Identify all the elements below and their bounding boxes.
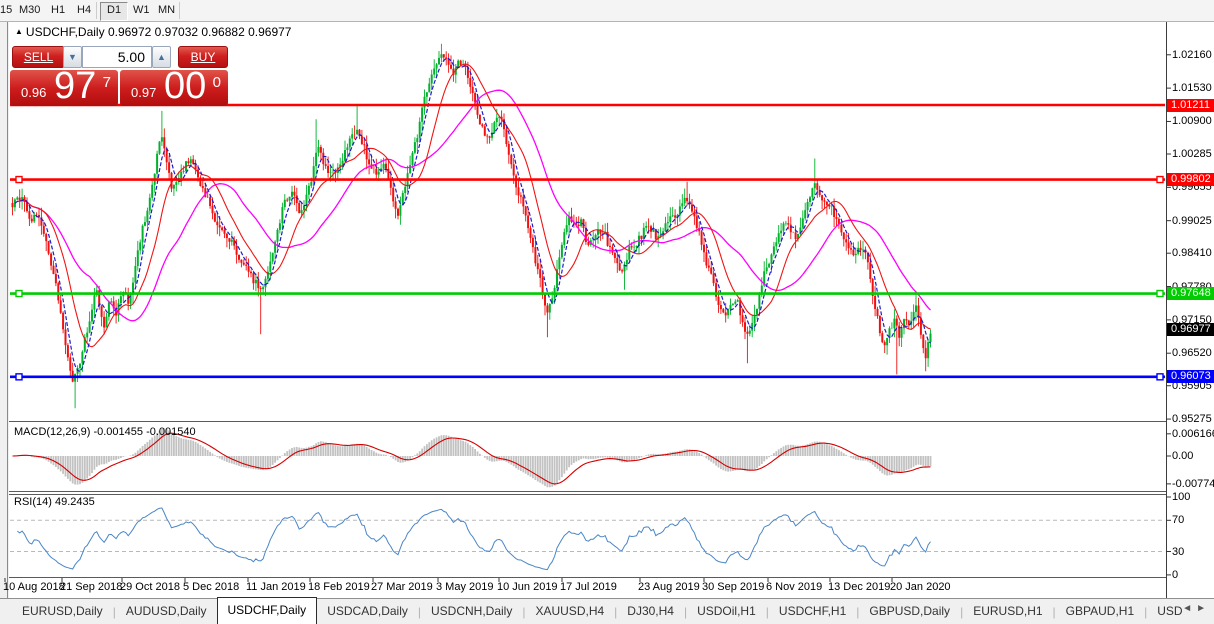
- level-handle-right[interactable]: [1157, 291, 1163, 297]
- macd-axis-label: 0.006166: [1172, 428, 1214, 440]
- ma-mid-line: [17, 64, 930, 347]
- chart-tab-usdoil-h1[interactable]: USDOil,H1: [687, 600, 766, 624]
- chart-tab-usdchf-h1[interactable]: USDCHF,H1: [769, 600, 856, 624]
- chart-tab-dj30-h4[interactable]: DJ30,H4: [617, 600, 684, 624]
- one-click-trading-panel: SELL ▼ 5.00 ▲ BUY 0.96 97 7 0.97 00 0: [10, 46, 228, 106]
- rsi-axis-label: 0: [1172, 569, 1178, 581]
- chart-title: ▲USDCHF,Daily 0.96972 0.97032 0.96882 0.…: [15, 25, 291, 39]
- macd-axis-label: 0.00: [1172, 450, 1193, 462]
- price-axis-label: 1.00900: [1172, 115, 1212, 127]
- price-axis-label: 0.95275: [1172, 413, 1212, 425]
- buy-price-main: 00: [164, 65, 206, 108]
- date-axis-label: 21 Sep 2018: [60, 581, 122, 593]
- tab-scroll-right-icon[interactable]: ►: [1196, 603, 1210, 614]
- ohlc-text: 0.96972 0.97032 0.96882 0.96977: [108, 25, 292, 39]
- sell-price-pip: 7: [103, 74, 111, 91]
- price-axis-label: 0.96520: [1172, 347, 1212, 359]
- date-axis-label: 13 Dec 2019: [828, 581, 890, 593]
- price-axis-label: 1.01530: [1172, 82, 1212, 94]
- date-axis-label: 20 Jan 2020: [890, 581, 951, 593]
- sell-price-prefix: 0.96: [21, 85, 46, 100]
- rsi-indicator-label: RSI(14) 49.2435: [14, 496, 95, 508]
- rsi-axis-label: 100: [1172, 491, 1190, 503]
- level-price-tag: 1.01211: [1167, 99, 1214, 112]
- date-axis-label: 23 Aug 2019: [638, 581, 700, 593]
- date-axis-label: 30 Sep 2019: [702, 581, 764, 593]
- date-axis-label: 10 Jun 2019: [497, 581, 558, 593]
- level-price-tag: 0.99802: [1167, 173, 1214, 186]
- sell-price-box[interactable]: 0.96 97 7: [10, 70, 118, 106]
- chart-tab-usdcad-daily[interactable]: USDCAD,Daily: [317, 600, 418, 624]
- chart-tab-audusd-daily[interactable]: AUDUSD,Daily: [116, 600, 217, 624]
- buy-price-pip: 0: [213, 74, 221, 91]
- date-axis-label: 17 Jul 2019: [560, 581, 617, 593]
- date-axis-label: 11 Jan 2019: [246, 581, 306, 593]
- level-handle-right[interactable]: [1157, 374, 1163, 380]
- rsi-line: [17, 508, 930, 570]
- date-axis-label: 5 Dec 2018: [183, 581, 239, 593]
- sell-price-main: 97: [54, 65, 96, 108]
- chart-symbol-label: USDCHF,Daily: [26, 25, 105, 39]
- rsi-axis-label: 30: [1172, 546, 1184, 558]
- chart-tab-gbpusd-daily[interactable]: GBPUSD,Daily: [859, 600, 960, 624]
- price-axis-label: 0.98410: [1172, 247, 1212, 259]
- level-price-tag: 0.96073: [1167, 370, 1214, 383]
- buy-price-box[interactable]: 0.97 00 0: [120, 70, 228, 106]
- mt4-terminal-window: 15M30H1H4D1W1MN ▲USDCHF,Daily 0.96972 0.…: [0, 0, 1214, 624]
- level-handle-right[interactable]: [1157, 177, 1163, 183]
- tab-scroll-arrows: ◄►: [1182, 603, 1210, 614]
- chart-tab-eurusd-h1[interactable]: EURUSD,H1: [963, 600, 1052, 624]
- chart-tab-bar: EURUSD,Daily|AUDUSD,DailyUSDCHF,DailyUSD…: [0, 598, 1214, 624]
- date-axis-label: 6 Nov 2019: [766, 581, 822, 593]
- chart-tab-usdchf-daily[interactable]: USDCHF,Daily: [217, 597, 318, 624]
- date-axis-label: 29 Oct 2018: [120, 581, 180, 593]
- level-handle-left[interactable]: [16, 291, 22, 297]
- date-axis-label: 27 Mar 2019: [371, 581, 433, 593]
- tab-scroll-left-icon[interactable]: ◄: [1182, 603, 1196, 614]
- price-axis-label: 1.00285: [1172, 148, 1212, 160]
- level-price-tag: 0.97648: [1167, 287, 1214, 300]
- current-price-tag: 0.96977: [1167, 323, 1214, 336]
- date-axis-label: 3 May 2019: [436, 581, 493, 593]
- chart-tab-gbpaud-h1[interactable]: GBPAUD,H1: [1056, 600, 1144, 624]
- price-axis-label: 1.02160: [1172, 49, 1212, 61]
- level-handle-left[interactable]: [16, 177, 22, 183]
- chart-tab-xauusd-h4[interactable]: XAUUSD,H4: [525, 600, 614, 624]
- level-handle-left[interactable]: [16, 374, 22, 380]
- date-axis-label: 18 Feb 2019: [308, 581, 370, 593]
- price-axis-label: 0.99025: [1172, 215, 1212, 227]
- chart-tab-usdcnh-daily[interactable]: USDCNH,Daily: [421, 600, 522, 624]
- date-axis-label: 10 Aug 2018: [3, 581, 65, 593]
- chart-tab-eurusd-daily[interactable]: EURUSD,Daily: [12, 600, 113, 624]
- macd-indicator-label: MACD(12,26,9) -0.001455 -0.001540: [14, 426, 196, 438]
- macd-axis-label: -0.007745: [1172, 478, 1214, 490]
- rsi-axis-label: 70: [1172, 514, 1184, 526]
- ma-slow-line: [22, 90, 930, 321]
- collapse-arrow-icon[interactable]: ▲: [15, 27, 23, 36]
- buy-price-prefix: 0.97: [131, 85, 156, 100]
